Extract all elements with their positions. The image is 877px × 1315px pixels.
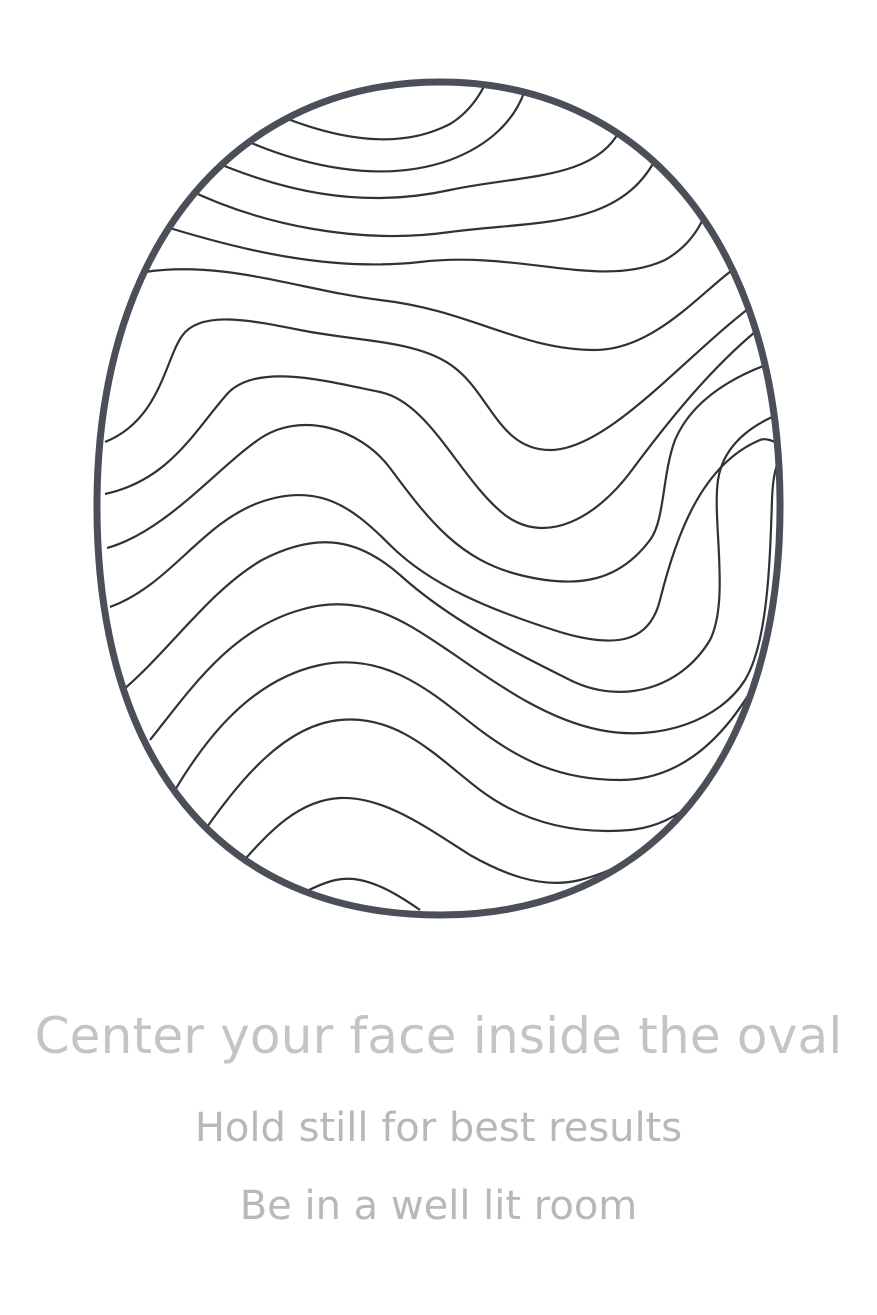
instruction-title: Center your face inside the oval [34,1007,843,1065]
instructions-panel: Center your face inside the oval Hold st… [0,1000,877,1258]
face-oval-guide [0,0,877,960]
tip-hold-still: Hold still for best results [194,1105,683,1151]
tip-lighting: Be in a well lit room [239,1183,638,1229]
face-oval-guide-icon [93,78,784,919]
face-oval-outline [93,78,784,919]
